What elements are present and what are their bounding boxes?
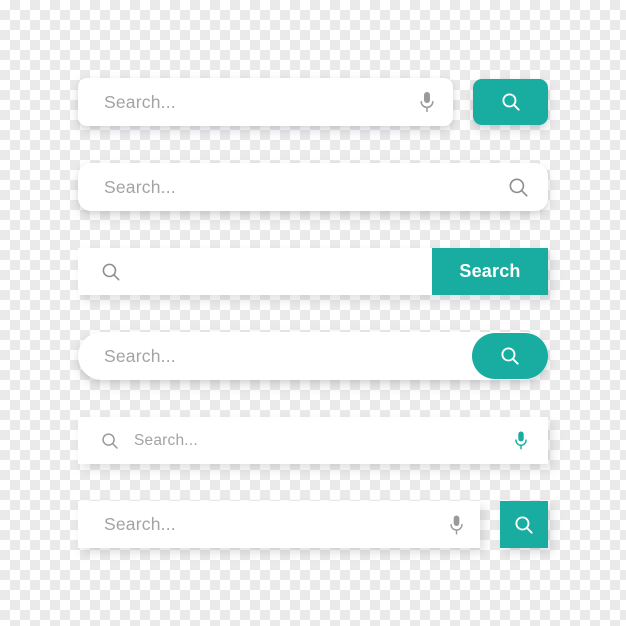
search-bar-2-field[interactable]: Search... bbox=[78, 163, 548, 211]
microphone-icon[interactable] bbox=[447, 513, 466, 537]
search-icon[interactable] bbox=[100, 261, 122, 283]
search-icon[interactable] bbox=[100, 431, 120, 451]
search-bar-5-field[interactable]: Search... bbox=[78, 417, 548, 464]
search-bar-3-submit-button[interactable]: Search bbox=[432, 248, 548, 295]
search-bar-1-placeholder: Search... bbox=[104, 91, 176, 112]
search-bar-6-field[interactable]: Search... bbox=[78, 501, 480, 548]
search-bar-3-button-label: Search bbox=[459, 261, 521, 281]
search-bars-canvas: Search... Search... Search Search... Sea… bbox=[0, 0, 626, 626]
search-icon bbox=[513, 514, 535, 536]
search-bar-6-submit-button[interactable] bbox=[500, 501, 548, 548]
search-icon bbox=[499, 345, 521, 367]
search-bar-2-placeholder: Search... bbox=[104, 176, 176, 197]
search-bar-4-placeholder: Search... bbox=[104, 345, 176, 366]
microphone-icon[interactable] bbox=[417, 90, 437, 114]
search-bar-1-field[interactable]: Search... bbox=[78, 78, 453, 126]
search-bar-6-placeholder: Search... bbox=[104, 514, 176, 534]
search-bar-4-submit-button[interactable] bbox=[472, 333, 548, 379]
search-icon bbox=[500, 91, 522, 113]
search-bar-1-submit-button[interactable] bbox=[473, 79, 548, 125]
search-icon[interactable] bbox=[507, 176, 530, 199]
microphone-icon[interactable] bbox=[512, 429, 530, 452]
search-bar-5-placeholder: Search... bbox=[134, 431, 198, 449]
